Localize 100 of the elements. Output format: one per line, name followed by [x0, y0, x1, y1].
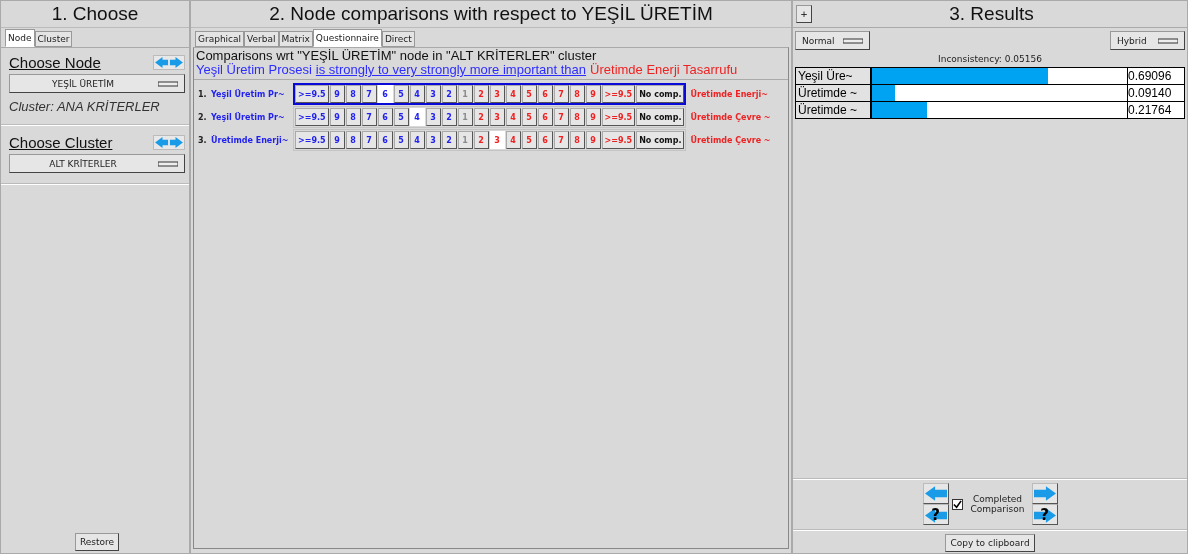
completed-label: Completed Comparison	[969, 494, 1026, 514]
result-name[interactable]: Üretimde ~	[796, 102, 872, 118]
comparison-heading: Comparisons wrt "YEŞİL ÜRETİM" node in "ALT KRİTERLER" cluster	[196, 49, 598, 63]
scale-cell[interactable]: 2	[473, 108, 489, 126]
scale-cell[interactable]: 9	[329, 85, 345, 103]
panel-title: 1. Choose	[1, 1, 189, 28]
scale-cell[interactable]: 3	[489, 131, 505, 149]
scale-cell[interactable]: >=9.5	[295, 131, 329, 149]
result-name[interactable]: Yeşil Üre~	[796, 68, 872, 84]
scale-cell[interactable]: 7	[553, 131, 569, 149]
tab[interactable]: Node	[5, 29, 35, 47]
scale-cell[interactable]: No comp.	[636, 85, 685, 103]
scale-cell[interactable]: 4	[409, 131, 425, 149]
scale-cell[interactable]: >=9.5	[601, 131, 636, 149]
scale-cell[interactable]: 3	[425, 108, 441, 126]
scale-cell[interactable]: 6	[537, 131, 553, 149]
scale-cell[interactable]: 5	[393, 85, 409, 103]
node-dropdown[interactable]: YEŞİL ÜRETİM	[9, 74, 185, 93]
scale-cell[interactable]: 7	[553, 108, 569, 126]
cluster-label: Cluster: ANA KRİTERLER	[9, 99, 161, 114]
scale-cell[interactable]: >=9.5	[295, 85, 329, 103]
tab[interactable]: Cluster	[34, 31, 73, 47]
scale-cell[interactable]: 5	[393, 131, 409, 149]
row-number: 1.	[198, 89, 208, 99]
scale-cell[interactable]: 2	[441, 85, 457, 103]
scale-cell[interactable]: 6	[377, 85, 393, 103]
scale-cell[interactable]: 5	[521, 108, 537, 126]
left-arrow-icon	[924, 486, 947, 501]
scale-cell[interactable]: 3	[425, 85, 441, 103]
scale-cell[interactable]: 2	[441, 131, 457, 149]
scale-cell[interactable]: 5	[521, 85, 537, 103]
dropdown-bar-icon	[158, 160, 178, 167]
scale-cell[interactable]: 2	[473, 85, 489, 103]
tab[interactable]: Direct	[381, 31, 415, 47]
scale-cell[interactable]: No comp.	[636, 131, 685, 149]
scale-cell[interactable]: 7	[553, 85, 569, 103]
panel-title: 3. Results	[948, 2, 1035, 26]
scale-cell[interactable]: >=9.5	[295, 108, 329, 126]
right-node-label: Üretimde Çevre ~	[690, 135, 771, 145]
dropdown-bar-icon	[1158, 37, 1178, 44]
scale-cell[interactable]: 3	[489, 108, 505, 126]
cluster-dropdown[interactable]: ALT KRİTERLER	[9, 154, 185, 173]
right-arrow-icon	[1033, 486, 1056, 501]
scale-cell[interactable]: 6	[377, 131, 393, 149]
expand-button[interactable]: +	[796, 5, 812, 23]
check-icon	[952, 499, 962, 509]
left-node-label: Yeşil Üretim Pr~	[211, 89, 286, 99]
scale-cell[interactable]: 6	[377, 108, 393, 126]
scale-cell[interactable]: 6	[537, 108, 553, 126]
scale-cell[interactable]: 4	[505, 108, 521, 126]
method-dropdown[interactable]: Hybrid	[1110, 31, 1185, 50]
row-number: 2.	[198, 112, 208, 122]
result-name[interactable]: Üretimde ~	[796, 85, 872, 101]
priority-value: 0.21764	[1128, 102, 1184, 118]
scale-cell[interactable]: 4	[409, 85, 425, 103]
scale-cell[interactable]: 8	[345, 108, 361, 126]
previous-button[interactable]	[922, 483, 949, 504]
previous-unfinished-button[interactable]: ?	[922, 504, 949, 525]
scale-cell[interactable]: 8	[569, 108, 585, 126]
scale-cell[interactable]: 2	[441, 108, 457, 126]
scale-cell[interactable]: No comp.	[636, 108, 685, 126]
scale-cell[interactable]: 4	[409, 108, 425, 126]
left-node-label: Yeşil Üretim Pr~	[211, 112, 286, 122]
scale-cell[interactable]: 2	[473, 131, 489, 149]
scale-cell[interactable]: >=9.5	[601, 108, 636, 126]
scale-cell[interactable]: >=9.5	[601, 85, 636, 103]
scale-cell[interactable]: 4	[505, 85, 521, 103]
scale-cell[interactable]: 3	[489, 85, 505, 103]
scale-cell[interactable]: 6	[537, 85, 553, 103]
scale-cell[interactable]: 3	[425, 131, 441, 149]
scale-cell[interactable]: 8	[345, 85, 361, 103]
scale-cell[interactable]: 9	[329, 131, 345, 149]
scale-cell[interactable]: 5	[521, 131, 537, 149]
priority-value: 0.69096	[1128, 68, 1184, 84]
row-number: 3.	[198, 135, 208, 145]
verdict-sentence: Yeşil Üretim Prosesi is strongly to very strongly more important than Üretimde Enerji Tasarrufu	[196, 63, 739, 77]
scale-cell[interactable]: 8	[569, 85, 585, 103]
tab[interactable]: Graphical	[195, 31, 245, 47]
scale-cell[interactable]: 4	[505, 131, 521, 149]
scale-cell[interactable]: 8	[345, 131, 361, 149]
copy-button[interactable]: Copy to clipboard	[945, 534, 1035, 552]
dropdown-bar-icon	[158, 80, 178, 87]
scale-cell[interactable]: 7	[361, 108, 377, 126]
scale-cell[interactable]: 7	[361, 85, 377, 103]
restore-button[interactable]: Restore	[74, 533, 120, 551]
section-heading: Choose Cluster	[9, 134, 113, 151]
scale-cell[interactable]: 7	[361, 131, 377, 149]
right-node-label: Üretimde Çevre ~	[690, 112, 771, 122]
tab[interactable]: Matrix	[278, 31, 313, 47]
scale-cell[interactable]: 9	[585, 85, 601, 103]
scale-cell[interactable]: 8	[569, 131, 585, 149]
scale-cell[interactable]: 9	[585, 131, 601, 149]
mode-dropdown[interactable]: Normal	[795, 31, 870, 50]
scale-cell[interactable]: 9	[329, 108, 345, 126]
scale-cell[interactable]: 9	[585, 108, 601, 126]
scale-cell[interactable]: 5	[393, 108, 409, 126]
next-button[interactable]	[1031, 483, 1058, 504]
completed-checkbox[interactable]	[951, 498, 963, 510]
tab[interactable]: Questionnaire	[312, 29, 382, 47]
tab[interactable]: Verbal	[244, 31, 279, 47]
